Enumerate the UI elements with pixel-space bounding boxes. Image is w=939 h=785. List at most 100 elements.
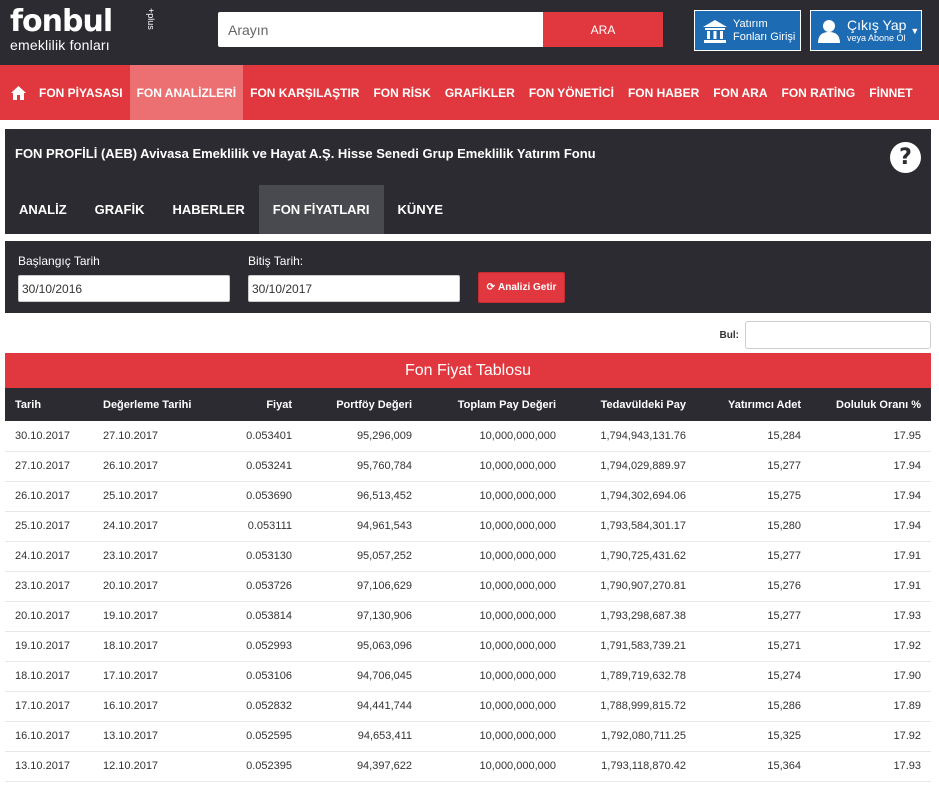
find-input[interactable] [745,321,931,349]
cell-doluluk-orani: 17.91 [801,541,931,572]
col-tarih[interactable]: Tarih [5,388,91,421]
table-row: 17.10.2017 16.10.2017 0.052832 94,441,744 10… [5,691,931,722]
search-button[interactable]: ARA [543,12,663,47]
table-row: 23.10.2017 20.10.2017 0.053726 97,106,629 10… [5,571,931,602]
table-row: 30.10.2017 27.10.2017 0.053401 95,296,009 10… [5,421,931,452]
fund-profile-panel: FON PROFİLİ (AEB) Avivasa Emeklilik ve H… [5,129,931,234]
tab-grafik[interactable]: GRAFİK [81,185,159,234]
cell-fiyat: 0.052993 [201,631,292,662]
cell-degerleme-tarihi: 12.10.2017 [91,751,201,782]
nav-fon-risk[interactable]: FON RİSK [366,65,437,120]
cell-fiyat: 0.053401 [201,421,292,452]
cell-yatirimci-adet: 15,277 [686,541,801,572]
tab-fon-fiyatlari[interactable]: FON FİYATLARI [258,185,384,234]
logout-label: Çıkış Yap [847,17,907,33]
analyze-button[interactable]: ⟳ Analizi Getir [478,272,565,303]
search-input[interactable] [218,12,543,47]
nav-grafikler[interactable]: GRAFİKLER [438,65,522,120]
nav-finnet[interactable]: FİNNET [862,65,919,120]
cell-doluluk-orani: 17.93 [801,601,931,632]
logo-brand: fonbul [10,4,113,39]
price-table-wrap: Fon Fiyat Tablosu Tarih Değerleme Tarihi… [5,353,931,782]
nav-home[interactable] [4,65,32,120]
cell-yatirimci-adet: 15,276 [686,571,801,602]
cell-tedavuldeki-pay: 1,794,029,889.97 [556,451,686,482]
cell-fiyat: 0.053111 [201,511,292,542]
cell-doluluk-orani: 17.94 [801,481,931,512]
col-toplam-pay-degeri[interactable]: Toplam Pay Değeri [412,388,556,421]
cell-tedavuldeki-pay: 1,793,584,301.17 [556,511,686,542]
cell-tedavuldeki-pay: 1,788,999,815.72 [556,691,686,722]
account-button[interactable]: Çıkış Yap veya Abone Ol ▼ [810,10,922,51]
invest-login-button[interactable]: Yatırım Fonları Girişi [694,10,801,51]
logo[interactable]: fonbul +plus emeklilik fonları [10,4,156,53]
nav-fon-yonetici[interactable]: FON YÖNETİCİ [522,65,621,120]
cell-tarih: 26.10.2017 [5,481,91,512]
cell-doluluk-orani: 17.90 [801,661,931,692]
user-icon [818,19,840,43]
cell-tarih: 19.10.2017 [5,631,91,662]
cell-tedavuldeki-pay: 1,794,943,131.76 [556,421,686,452]
cell-yatirimci-adet: 15,280 [686,511,801,542]
col-doluluk-orani[interactable]: Doluluk Oranı % [801,388,931,421]
col-degerleme-tarihi[interactable]: Değerleme Tarihi [91,388,201,421]
cell-tarih: 23.10.2017 [5,571,91,602]
cell-tarih: 16.10.2017 [5,721,91,752]
cell-yatirimci-adet: 15,277 [686,451,801,482]
nav-fon-ara[interactable]: FON ARA [706,65,774,120]
refresh-icon: ⟳ [486,282,496,293]
cell-doluluk-orani: 17.91 [801,571,931,602]
cell-tedavuldeki-pay: 1,790,725,431.62 [556,541,686,572]
nav-fon-haber[interactable]: FON HABER [621,65,706,120]
nav-fon-analizleri[interactable]: FON ANALİZLERİ [129,65,244,120]
tab-analiz[interactable]: ANALİZ [5,185,81,234]
cell-doluluk-orani: 17.94 [801,451,931,482]
cell-degerleme-tarihi: 16.10.2017 [91,691,201,722]
end-date-label: Bitiş Tarih: [248,254,304,268]
cell-toplam-pay-degeri: 10,000,000,000 [412,421,556,452]
cell-fiyat: 0.053130 [201,541,292,572]
cell-tedavuldeki-pay: 1,793,118,870.42 [556,751,686,782]
table-row: 26.10.2017 25.10.2017 0.053690 96,513,452 10… [5,481,931,512]
cell-degerleme-tarihi: 24.10.2017 [91,511,201,542]
invest-label-1: Yatırım [733,17,768,30]
cell-tarih: 18.10.2017 [5,661,91,692]
cell-toplam-pay-degeri: 10,000,000,000 [412,571,556,602]
tab-haberler[interactable]: HABERLER [159,185,259,234]
nav-fon-karsilastir[interactable]: FON KARŞILAŞTIR [243,65,366,120]
cell-yatirimci-adet: 15,325 [686,721,801,752]
cell-portfoy-degeri: 94,653,411 [292,721,412,752]
start-date-input[interactable] [18,275,230,302]
cell-tedavuldeki-pay: 1,790,907,270.81 [556,571,686,602]
help-icon[interactable]: ? [890,142,921,173]
cell-doluluk-orani: 17.94 [801,511,931,542]
cell-tedavuldeki-pay: 1,792,080,711.25 [556,721,686,752]
table-row: 25.10.2017 24.10.2017 0.053111 94,961,543 10… [5,511,931,542]
price-table-body: 30.10.2017 27.10.2017 0.053401 95,296,009 10… [5,421,931,782]
nav-fon-rating[interactable]: FON RATİNG [775,65,863,120]
cell-fiyat: 0.053690 [201,481,292,512]
end-date-input[interactable] [248,275,460,302]
profile-tabs: ANALİZ GRAFİK HABERLER FON FİYATLARI KÜN… [5,185,457,234]
cell-portfoy-degeri: 94,706,045 [292,661,412,692]
cell-degerleme-tarihi: 26.10.2017 [91,451,201,482]
tab-kunye[interactable]: KÜNYE [384,185,458,234]
cell-tarih: 24.10.2017 [5,541,91,572]
table-row: 27.10.2017 26.10.2017 0.053241 95,760,784 10… [5,451,931,482]
logo-plus: +plus [146,8,156,30]
col-yatirimci-adet[interactable]: Yatırımcı Adet [686,388,801,421]
price-table-title: Fon Fiyat Tablosu [5,353,931,388]
cell-yatirimci-adet: 15,277 [686,601,801,632]
cell-degerleme-tarihi: 20.10.2017 [91,571,201,602]
col-portfoy-degeri[interactable]: Portföy Değeri [292,388,412,421]
home-icon [10,85,26,100]
cell-portfoy-degeri: 94,441,744 [292,691,412,722]
nav-fon-piyasasi[interactable]: FON PİYASASI [32,65,130,120]
cell-degerleme-tarihi: 27.10.2017 [91,421,201,452]
col-fiyat[interactable]: Fiyat [201,388,292,421]
cell-toplam-pay-degeri: 10,000,000,000 [412,511,556,542]
cell-tedavuldeki-pay: 1,794,302,694.06 [556,481,686,512]
col-tedavuldeki-pay[interactable]: Tedavüldeki Pay [556,388,686,421]
cell-degerleme-tarihi: 25.10.2017 [91,481,201,512]
cell-tarih: 20.10.2017 [5,601,91,632]
